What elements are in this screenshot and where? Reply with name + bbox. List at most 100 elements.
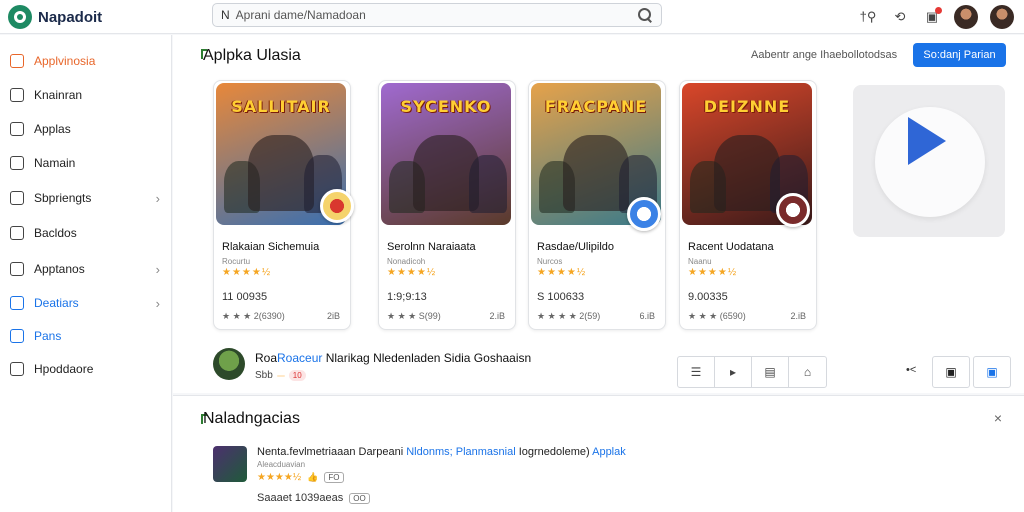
card-name: Rasdae/Ulipildo: [537, 241, 615, 253]
sidebar-item[interactable]: Applvinosia: [0, 45, 172, 77]
sidebar-item[interactable]: Bacldos: [0, 217, 172, 249]
promo-title-highlight: Roaceur: [277, 351, 323, 365]
card-badge-icon: [776, 193, 810, 227]
app-card[interactable]: SALLITAIR Rlakaian Sichemuia Rocurtu ★★★★½ 1…: [213, 80, 354, 330]
search-placeholder: Aprani dame/Namadoan: [235, 8, 366, 22]
bell-icon[interactable]: ⟲: [890, 7, 910, 27]
sidebar-item-label: Sbpriengts: [34, 191, 92, 205]
grid-icon: [10, 54, 24, 68]
sidebar-item[interactable]: Sbpriengts ›: [0, 182, 172, 214]
sidebar-item-label: Pans: [34, 329, 62, 343]
card-size: 2iB: [326, 311, 340, 321]
window-icon: [10, 329, 24, 343]
news-rating-tag: FO: [324, 472, 344, 483]
promo-app-icon[interactable]: [213, 348, 245, 380]
card-art-title: SYCENKO: [400, 97, 492, 116]
sidebar-item-label: Apptanos: [34, 262, 85, 276]
sidebar-item-label: Applvinosia: [34, 54, 96, 68]
sidebar-item[interactable]: Pans: [0, 320, 172, 352]
card-rating: ★★★★½: [387, 267, 437, 278]
avatar[interactable]: [990, 5, 1014, 29]
sidebar-item[interactable]: Hpoddaore: [0, 353, 172, 385]
sidebar-item[interactable]: Apptanos ›: [0, 253, 172, 285]
card-art-title: SALLITAIR: [231, 97, 331, 116]
promo-title[interactable]: RoaRoaceur Nlarikag Nledenladen Sidia Go…: [255, 351, 531, 365]
sidebar-item[interactable]: Namain: [0, 147, 172, 179]
section-action-button[interactable]: So:danj Parian: [913, 43, 1006, 67]
news-title-highlight: Planmasnial: [455, 446, 516, 458]
chevron-right-icon[interactable]: ›: [156, 191, 160, 206]
news-footer-tag: OO: [349, 492, 370, 504]
card-rating: ★★★★½: [537, 267, 587, 278]
share-icon[interactable]: •<: [906, 364, 916, 376]
card-badge-icon: [627, 197, 661, 231]
main-content: Aplpka Ulasia Aabentr ange Ihaebollotods…: [173, 35, 1024, 512]
card-art-title: FRACPANE: [544, 97, 648, 116]
layers-icon: [10, 191, 24, 205]
promo-chip: 10: [288, 370, 306, 381]
card-sub: Rocurtu: [222, 257, 251, 266]
thumbs-up-icon[interactable]: 👍: [307, 472, 318, 483]
card-rating: ★★★★½: [222, 267, 272, 278]
featured-section: Aplpka Ulasia Aabentr ange Ihaebollotods…: [173, 35, 1024, 393]
card-rating: ★★★★½: [688, 267, 738, 278]
save-button[interactable]: ▣: [973, 356, 1011, 388]
news-title[interactable]: Nenta.fevlmetriaaan Darpeani Nldonms; Pl…: [257, 446, 626, 458]
chevron-right-icon[interactable]: ›: [156, 296, 160, 311]
card-count: 1:9;9:13: [387, 291, 427, 303]
search-caret: N: [221, 8, 230, 22]
top-bar: Napadoit N Aprani dame/Namadoan †⚲ ⟲ ▣: [0, 0, 1024, 34]
app-card[interactable]: DEIZNNE Racent Uodatana Naanu ★★★★½ 9.00335 ★…: [679, 80, 817, 330]
news-title-highlight: Nldonms;: [406, 446, 453, 458]
sidebar-item[interactable]: Deatiars ›: [0, 287, 172, 319]
sidebar-item-label: Applas: [34, 122, 71, 136]
card-artwork[interactable]: SYCENKO: [381, 83, 511, 225]
section-title: Naladngacias: [203, 410, 300, 427]
brand[interactable]: Napadoit: [8, 5, 102, 29]
section-hint: Aabentr ange Ihaebollotodsas: [751, 49, 898, 61]
avatar[interactable]: [954, 5, 978, 29]
sidebar-item[interactable]: Applas: [0, 113, 172, 145]
promo-sub: Sbb 10: [255, 370, 306, 381]
home-icon[interactable]: ⌂: [789, 357, 826, 387]
sidebar-item-label: Hpoddaore: [34, 362, 94, 376]
app-card[interactable]: SYCENKO Serolnn Naraiaata Nonadicoh ★★★★½ 1:…: [378, 80, 516, 330]
news-app-icon[interactable]: [213, 446, 247, 482]
card-stats: ★ ★ ★ S(99): [387, 311, 441, 321]
grid-view-button[interactable]: ▣: [932, 356, 970, 388]
card-art-figure: [469, 155, 507, 213]
toolbar: ☰ ▸ ▤ ⌂: [677, 356, 827, 388]
chevron-right-icon[interactable]: ›: [156, 262, 160, 277]
sidebar: Applvinosia Knainran Applas Namain Sbpriengt…: [0, 35, 172, 512]
card-sub: Naanu: [688, 257, 712, 266]
settings-icon[interactable]: †⚲: [858, 7, 878, 27]
document-icon[interactable]: ▤: [752, 357, 789, 387]
card-name: Rlakaian Sichemuia: [222, 241, 320, 253]
play-small-icon[interactable]: ▸: [715, 357, 752, 387]
play-icon: [908, 117, 946, 165]
card-size: 2.iB: [489, 311, 505, 321]
play-tile[interactable]: [853, 85, 1005, 237]
promo-row: RoaRoaceur Nlarikag Nledenladen Sidia Go…: [173, 340, 1024, 392]
card-stats: ★ ★ ★ (6590): [688, 311, 746, 321]
card-art-title: DEIZNNE: [703, 97, 791, 116]
news-footer-text: Saaaet 1039aeas: [257, 492, 344, 504]
card-sub: Nonadicoh: [387, 257, 426, 266]
sidebar-item-label: Namain: [34, 156, 76, 170]
list-view-icon[interactable]: ☰: [678, 357, 715, 387]
sidebar-item-label: Deatiars: [34, 296, 79, 310]
search-input[interactable]: N Aprani dame/Namadoan: [212, 3, 662, 27]
app-card[interactable]: FRACPANE Rasdae/Ulipildo Nurcos ★★★★½ S 1006…: [528, 80, 666, 330]
sidebar-item[interactable]: Knainran: [0, 79, 172, 111]
book-icon: [10, 88, 24, 102]
close-icon[interactable]: ×: [994, 410, 1002, 426]
pin-icon: [10, 362, 24, 376]
search-icon[interactable]: [637, 7, 653, 23]
card-name: Racent Uodatana: [688, 241, 774, 253]
notification-icon[interactable]: ▣: [922, 7, 942, 27]
app-window: Napadoit N Aprani dame/Namadoan †⚲ ⟲ ▣ A…: [0, 0, 1024, 512]
brand-logo-icon: [8, 5, 32, 29]
promo-title-prefix: Roa: [255, 351, 278, 365]
news-title-highlight: Applak: [592, 446, 626, 458]
card-stats: ★ ★ ★ ★ 2(59): [537, 311, 601, 321]
